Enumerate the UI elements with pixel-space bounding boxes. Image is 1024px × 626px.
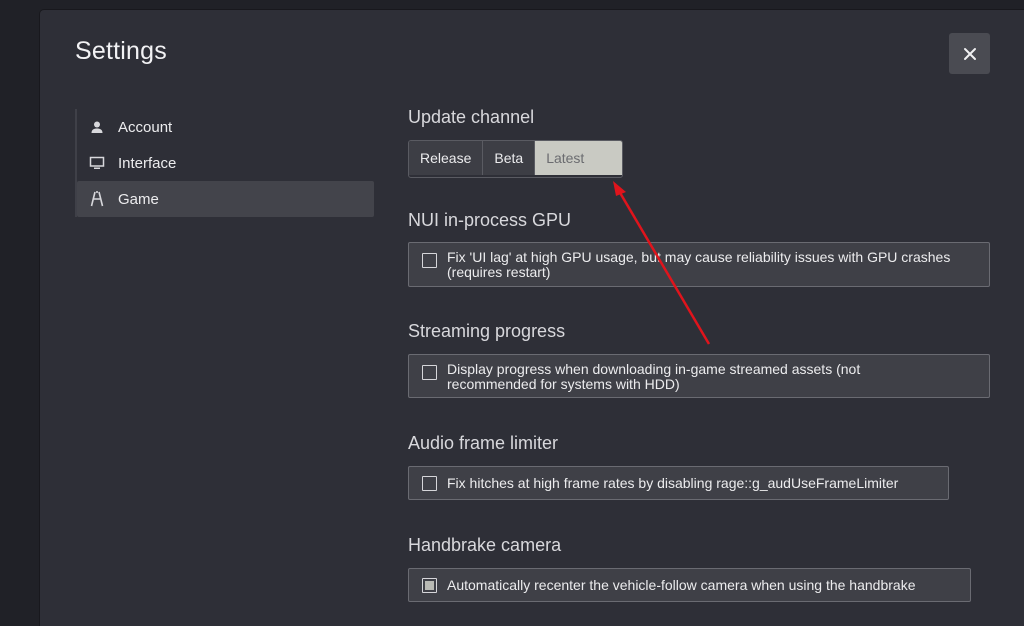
release-option[interactable]: Release xyxy=(409,141,484,175)
dialog-title: Settings xyxy=(75,37,167,65)
streaming-label: Display progress when downloading in-gam… xyxy=(447,361,861,392)
latest-unstable-option[interactable]: Latest (Unstable) xyxy=(535,141,622,175)
sidebar-nav: Account Interface Game xyxy=(75,109,374,217)
update-channel-title: Update channel xyxy=(408,107,535,127)
audio-label: Fix hitches at high frame rates by disab… xyxy=(447,475,899,491)
close-icon xyxy=(963,47,976,60)
close-button[interactable] xyxy=(949,33,990,74)
sidebar-item-account[interactable]: Account xyxy=(77,109,374,145)
settings-dialog: Settings Account Interface Game Update c… xyxy=(40,10,1024,626)
sidebar-item-label: Game xyxy=(118,190,159,208)
user-icon xyxy=(89,119,105,135)
nui-gpu-title: NUI in-process GPU xyxy=(408,210,572,230)
audio-checkbox[interactable]: Fix hitches at high frame rates by disab… xyxy=(408,466,949,500)
nui-gpu-label: Fix 'UI lag' at high GPU usage, but may … xyxy=(447,249,951,280)
sidebar-item-label: Account xyxy=(118,118,173,136)
handbrake-checkbox-box[interactable] xyxy=(422,578,437,593)
game-icon xyxy=(89,191,105,207)
streaming-checkbox-box[interactable] xyxy=(422,365,437,380)
sidebar-item-interface[interactable]: Interface xyxy=(77,145,374,181)
beta-option[interactable]: Beta xyxy=(483,141,536,175)
audio-title: Audio frame limiter xyxy=(408,433,559,453)
update-channel-selector: Release Beta Latest (Unstable) xyxy=(408,140,623,178)
nui-gpu-checkbox[interactable]: Fix 'UI lag' at high GPU usage, but may … xyxy=(408,242,990,287)
streaming-checkbox[interactable]: Display progress when downloading in-gam… xyxy=(408,354,990,398)
handbrake-title: Handbrake camera xyxy=(408,535,562,555)
nui-gpu-checkbox-box[interactable] xyxy=(422,253,437,268)
streaming-title: Streaming progress xyxy=(408,321,566,341)
monitor-icon xyxy=(89,155,105,171)
handbrake-checkbox[interactable]: Automatically recenter the vehicle-follo… xyxy=(408,568,971,602)
handbrake-label: Automatically recenter the vehicle-follo… xyxy=(447,577,916,593)
sidebar-item-game[interactable]: Game xyxy=(77,181,374,217)
sidebar-item-label: Interface xyxy=(118,154,177,172)
audio-checkbox-box[interactable] xyxy=(422,476,437,491)
